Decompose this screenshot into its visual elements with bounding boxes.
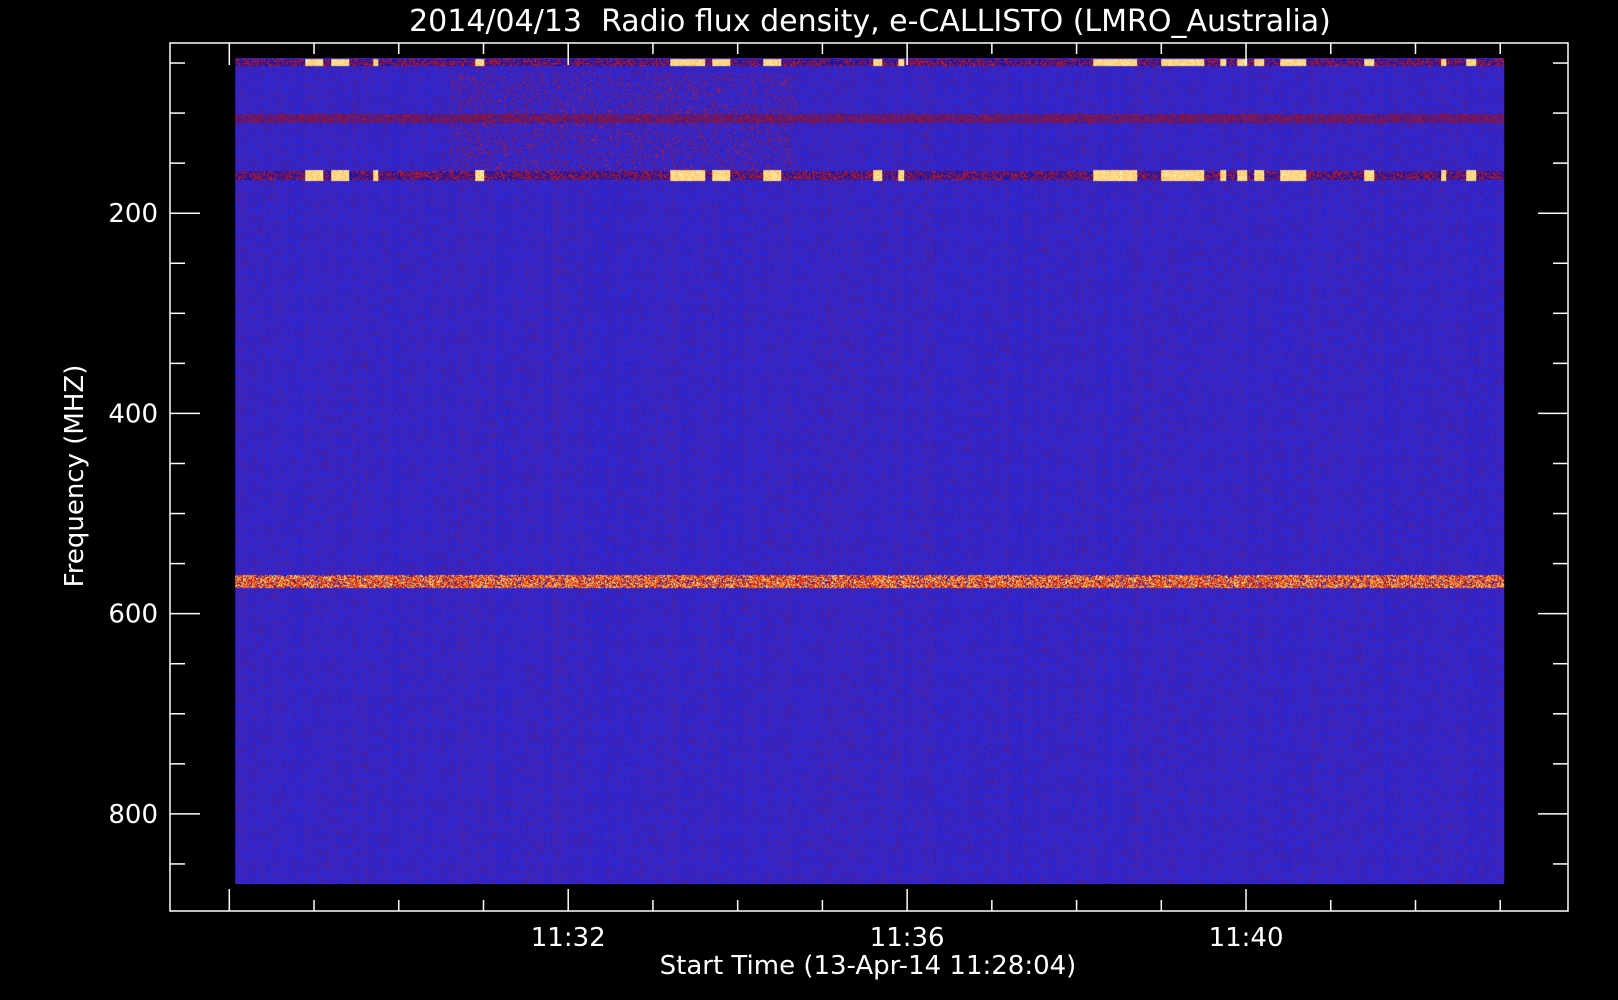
y-tick-label: 200 bbox=[108, 199, 158, 229]
y-axis-label: Frequency (MHZ) bbox=[60, 365, 90, 588]
x-axis-label: Start Time (13-Apr-14 11:28:04) bbox=[660, 951, 1077, 981]
y-axis-tick-labels: 200 400 600 800 bbox=[108, 199, 158, 830]
y-tick-label: 400 bbox=[108, 399, 158, 429]
spectrogram-chart: 2014/04/13 Radio flux density, e-CALLIST… bbox=[60, 4, 1569, 981]
x-tick-label: 11:36 bbox=[870, 923, 945, 953]
spectrogram-heatmap bbox=[235, 58, 1505, 885]
x-tick-label: 11:32 bbox=[531, 923, 606, 953]
y-tick-label: 600 bbox=[108, 600, 158, 630]
x-axis-tick-labels: 11:32 11:36 11:40 bbox=[531, 923, 1284, 953]
chart-title: 2014/04/13 Radio flux density, e-CALLIST… bbox=[409, 4, 1331, 39]
y-tick-label: 800 bbox=[108, 800, 158, 830]
x-tick-label: 11:40 bbox=[1209, 923, 1284, 953]
